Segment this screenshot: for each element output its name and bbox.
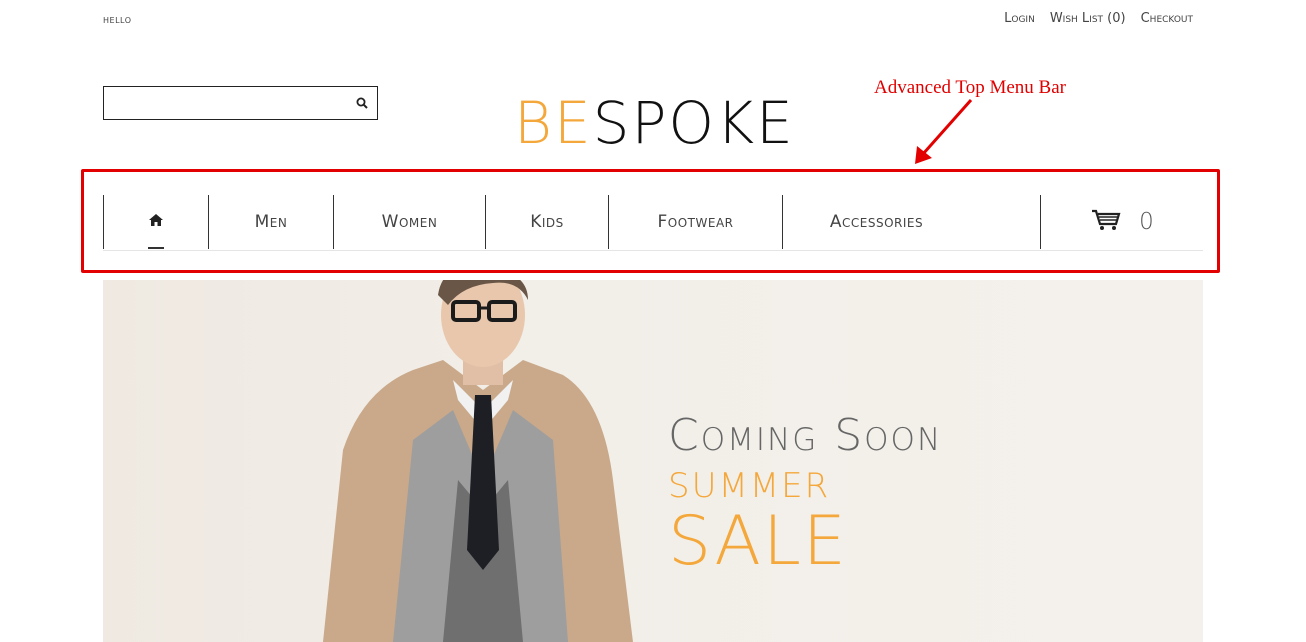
menu-item-women[interactable]: Women	[333, 195, 485, 249]
logo-accent: BE	[514, 89, 593, 157]
hero-banner[interactable]: Coming Soon SUMMER SALE	[103, 280, 1203, 642]
logo-rest: SPOKE	[592, 89, 795, 157]
annotation-arrow	[915, 99, 973, 164]
login-link[interactable]: Login	[1004, 11, 1035, 26]
model-photo	[323, 280, 633, 642]
banner-subheadline: SUMMER	[668, 466, 831, 506]
menu-label-kids: Kids	[530, 212, 564, 232]
search-input[interactable]	[104, 88, 347, 118]
shopping-cart-icon	[1091, 209, 1121, 235]
search-icon[interactable]	[347, 97, 377, 109]
active-indicator	[148, 247, 164, 249]
checkout-link[interactable]: Checkout	[1141, 11, 1193, 26]
menu-item-accessories[interactable]: Accessories	[782, 195, 970, 249]
menu-item-men[interactable]: Men	[208, 195, 333, 249]
menu-item-kids[interactable]: Kids	[485, 195, 608, 249]
home-icon	[148, 212, 164, 232]
banner-sale: SALE	[668, 502, 848, 581]
banner-headline: Coming Soon	[668, 410, 943, 461]
menu-label-women: Women	[381, 212, 438, 232]
menu-label-footwear: Footwear	[657, 212, 734, 232]
greeting-text: HELLO	[103, 13, 132, 26]
cart-button[interactable]: 0	[1040, 195, 1204, 249]
menu-label-men: Men	[254, 212, 288, 232]
menu-item-home[interactable]	[103, 195, 208, 249]
menu-label-accessories: Accessories	[829, 212, 924, 232]
site-logo[interactable]: BESPOKE	[514, 88, 795, 158]
wishlist-link[interactable]: Wish List (0)	[1050, 11, 1126, 26]
menu-item-footwear[interactable]: Footwear	[608, 195, 782, 249]
cart-count: 0	[1139, 209, 1154, 235]
search-box	[103, 86, 378, 120]
top-menu-bar: Men Women Kids Footwear Accessories 0	[103, 195, 1203, 251]
account-links: Login Wish List (0) Checkout	[1004, 11, 1193, 26]
